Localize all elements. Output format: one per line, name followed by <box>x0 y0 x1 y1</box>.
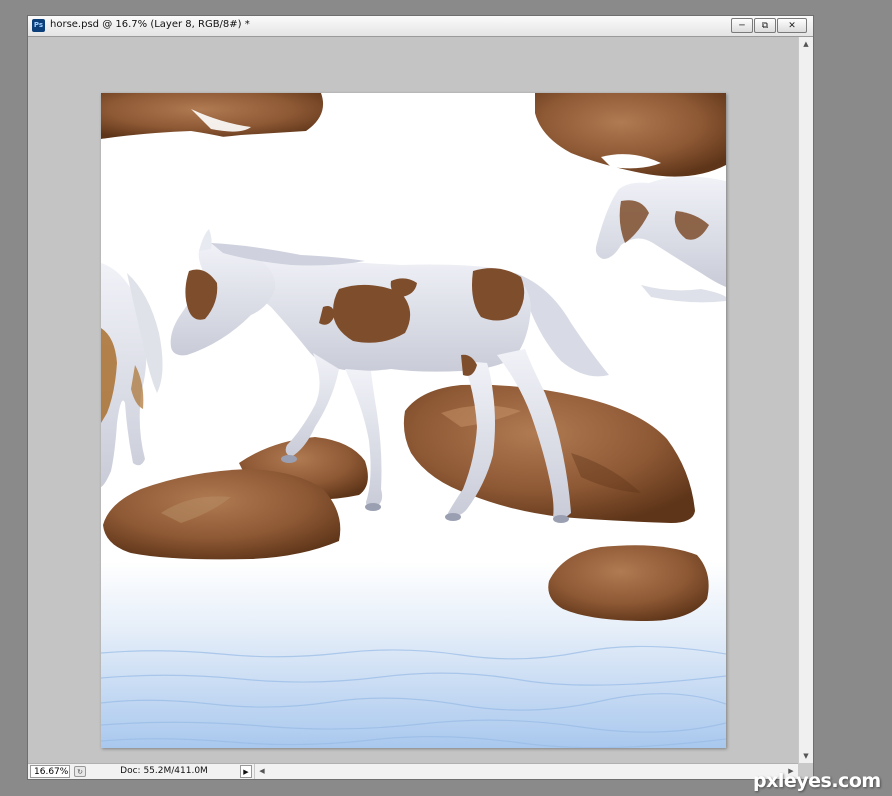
document-size-info[interactable]: Doc: 55.2M/411.0M <box>90 765 238 778</box>
restore-icon: ⧉ <box>761 20 769 31</box>
window-titlebar[interactable]: Ps horse.psd @ 16.7% (Layer 8, RGB/8#) *… <box>28 16 813 37</box>
window-controls: ─ ⧉ ✕ <box>731 18 807 33</box>
scroll-left-icon[interactable]: ◀ <box>255 764 269 779</box>
scroll-up-icon[interactable]: ▲ <box>799 37 813 51</box>
restore-button[interactable]: ⧉ <box>754 18 776 33</box>
scroll-down-icon[interactable]: ▼ <box>799 749 813 763</box>
horizontal-scrollbar[interactable]: ◀ ▶ <box>254 764 798 779</box>
document-title: horse.psd @ 16.7% (Layer 8, RGB/8#) * <box>50 19 250 30</box>
status-options-icon[interactable]: ↻ <box>74 766 86 777</box>
status-menu-arrow-icon[interactable]: ▶ <box>240 765 252 778</box>
minimize-icon: ─ <box>739 20 745 31</box>
status-bar: 16.67% ↻ Doc: 55.2M/411.0M ▶ ◀ ▶ <box>28 763 798 779</box>
rock-bottom-right <box>548 545 709 621</box>
vertical-scrollbar[interactable]: ▲ ▼ <box>798 37 813 763</box>
minimize-button[interactable]: ─ <box>731 18 753 33</box>
horse-patch-rump <box>472 268 525 321</box>
close-icon: ✕ <box>788 20 796 31</box>
canvas-area[interactable] <box>28 37 798 763</box>
photoshop-icon: Ps <box>32 19 45 32</box>
zoom-level-field[interactable]: 16.67% <box>30 765 70 778</box>
site-watermark: pxleyes.com <box>753 770 881 792</box>
document-canvas[interactable] <box>101 93 726 748</box>
close-button[interactable]: ✕ <box>777 18 807 33</box>
document-window: Ps horse.psd @ 16.7% (Layer 8, RGB/8#) *… <box>27 15 814 780</box>
